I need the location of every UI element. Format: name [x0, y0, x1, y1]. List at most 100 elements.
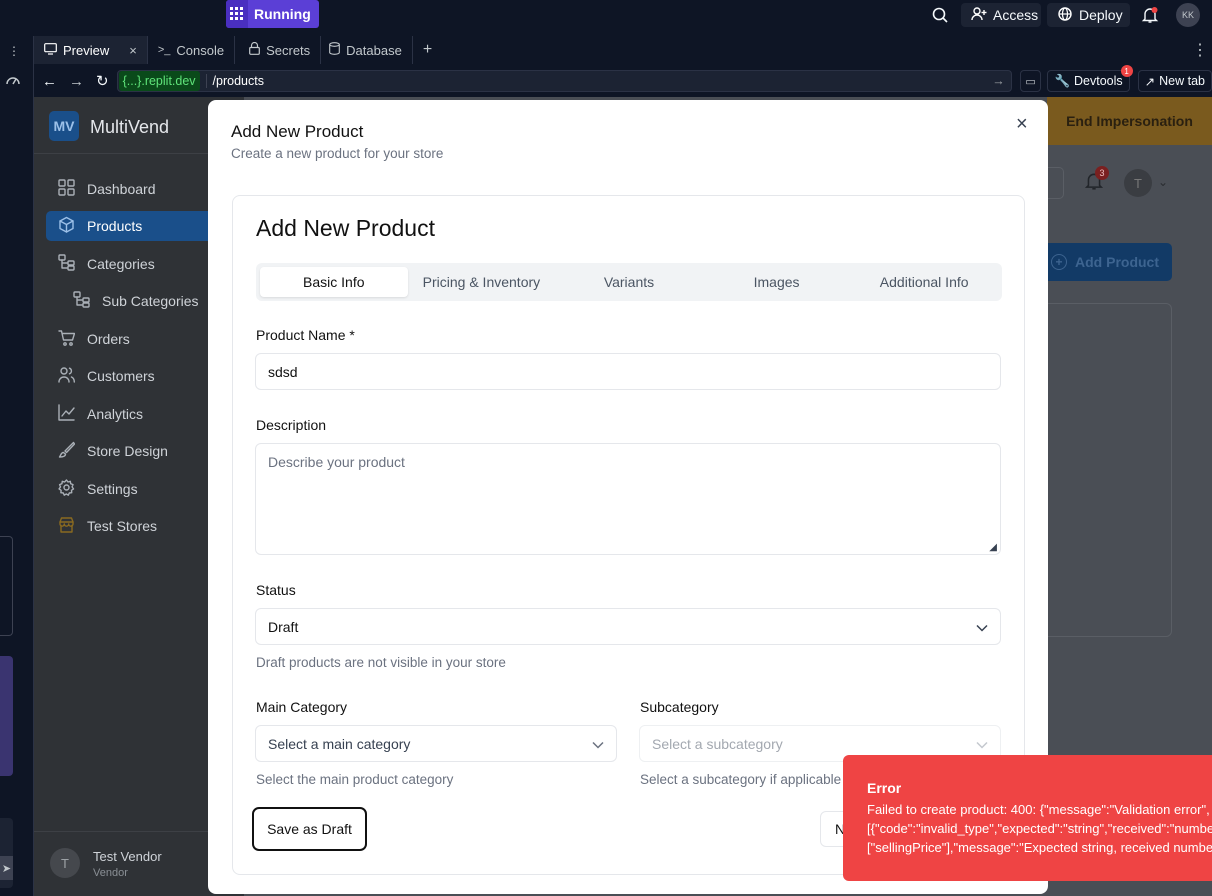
- description-textarea[interactable]: Describe your product ◢: [255, 443, 1001, 555]
- toast-message-line: [{"code":"invalid_type","expected":"stri…: [867, 821, 1212, 836]
- cart-icon: [58, 329, 76, 349]
- add-user-icon: [971, 6, 987, 25]
- address-domain: {...}.replit.dev: [118, 71, 200, 91]
- lock-icon: [249, 41, 260, 58]
- main-category-label: Main Category: [256, 699, 348, 715]
- back-arrow-icon[interactable]: ←: [42, 73, 57, 90]
- end-impersonation-button[interactable]: End Impersonation: [1047, 97, 1212, 145]
- subcategories-icon: [73, 291, 90, 311]
- tab-variants[interactable]: Variants: [555, 267, 703, 297]
- send-icon[interactable]: ➤: [0, 856, 13, 880]
- chart-icon: [58, 404, 75, 424]
- dashboard-icon: [58, 179, 75, 199]
- close-icon[interactable]: ×: [1016, 113, 1028, 136]
- product-name-value: sdsd: [268, 363, 298, 380]
- sidebar-item-label: Products: [87, 218, 143, 234]
- toast-title: Error: [867, 780, 902, 796]
- bell-icon[interactable]: [1141, 6, 1159, 29]
- notification-bell-icon[interactable]: 3: [1084, 166, 1109, 196]
- dialog-title: Add New Product: [231, 122, 364, 141]
- subcategory-label: Subcategory: [640, 699, 719, 715]
- vendor-avatar: T: [50, 848, 80, 878]
- sidebar-item-label: Categories: [87, 256, 155, 272]
- pane-tabbar: Preview × >_ Console Secrets Database + …: [34, 36, 1212, 64]
- chevron-down-icon: [976, 619, 988, 635]
- address-path: /products: [205, 74, 264, 88]
- tab-console[interactable]: >_ Console: [148, 36, 236, 64]
- notification-count: 3: [1095, 166, 1109, 180]
- access-label: Access: [993, 7, 1039, 23]
- plus-circle-icon: +: [1051, 254, 1067, 270]
- more-vertical-icon[interactable]: ⋮: [8, 44, 20, 58]
- main-category-placeholder: Select a main category: [268, 735, 411, 752]
- product-name-input[interactable]: sdsd: [255, 353, 1001, 390]
- go-arrow-icon[interactable]: →: [992, 74, 1005, 88]
- tab-preview-label: Preview: [63, 42, 110, 58]
- tab-pricing-inventory[interactable]: Pricing & Inventory: [408, 267, 556, 297]
- vendor-role: Vendor: [93, 867, 128, 879]
- description-label: Description: [256, 417, 327, 433]
- tab-database[interactable]: Database: [321, 36, 413, 64]
- product-name-label: Product Name *: [256, 327, 355, 343]
- devtools-button[interactable]: 🔧 Devtools 1: [1047, 65, 1133, 92]
- tab-basic-info[interactable]: Basic Info: [260, 267, 408, 297]
- save-draft-label: Save as Draft: [267, 821, 352, 837]
- tab-console-label: Console: [176, 42, 225, 58]
- resize-handle-icon[interactable]: ◢: [989, 542, 997, 553]
- sidebar-item-label: Analytics: [87, 406, 144, 422]
- chevron-down-icon: [592, 736, 604, 752]
- chat-icon[interactable]: ▭: [1019, 70, 1042, 92]
- tab-additional-info[interactable]: Additional Info: [850, 267, 998, 297]
- error-toast: Error Failed to create product: 400: {"m…: [843, 755, 1212, 881]
- status-select[interactable]: Draft: [255, 608, 1001, 645]
- grid-icon: [226, 0, 248, 28]
- address-field[interactable]: {...}.replit.dev /products →: [116, 70, 1012, 92]
- wrench-icon: 🔧: [1054, 73, 1071, 88]
- sidebar-item-label: Customers: [87, 368, 155, 384]
- main-category-hint: Select the main product category: [256, 772, 454, 787]
- search-icon[interactable]: [931, 6, 949, 29]
- access-button[interactable]: Access: [961, 3, 1041, 27]
- search-input[interactable]: [1047, 167, 1064, 199]
- sidebar-item-label: Settings: [87, 481, 138, 497]
- status-label: Status: [256, 582, 296, 598]
- card-title: Add New Product: [256, 215, 435, 241]
- reload-icon[interactable]: ↻: [96, 72, 109, 90]
- add-product-label: Add Product: [1075, 254, 1159, 270]
- url-bar: ← → ↻ {...}.replit.dev /products → ▭ 🔧 D…: [34, 65, 1212, 96]
- close-icon[interactable]: ×: [129, 43, 137, 58]
- user-avatar[interactable]: T: [1124, 169, 1152, 197]
- save-draft-button[interactable]: Save as Draft: [252, 807, 367, 851]
- sidebar-item-label: Dashboard: [87, 181, 156, 197]
- workspace-topbar: Running Access Deploy KK: [0, 0, 1212, 30]
- tab-images[interactable]: Images: [703, 267, 851, 297]
- forward-arrow-icon[interactable]: →: [69, 73, 84, 90]
- tab-secrets-label: Secrets: [266, 42, 311, 58]
- new-tab-button[interactable]: ↗ New tab: [1137, 70, 1212, 92]
- store-icon: [58, 516, 75, 536]
- gear-icon: [58, 479, 75, 499]
- add-product-button[interactable]: + Add Product: [1047, 243, 1172, 281]
- more-vertical-icon[interactable]: ⋮: [1192, 40, 1212, 60]
- deploy-button[interactable]: Deploy: [1047, 3, 1130, 27]
- run-button[interactable]: Running: [226, 0, 319, 28]
- monitor-icon: [44, 42, 57, 58]
- subcategory-placeholder: Select a subcategory: [652, 735, 783, 752]
- users-icon: [58, 366, 75, 386]
- sidebar-item-label: Orders: [87, 331, 130, 347]
- terminal-icon: >_: [157, 44, 171, 56]
- tab-secrets[interactable]: Secrets: [235, 36, 322, 64]
- avatar[interactable]: KK: [1176, 3, 1200, 27]
- subcategory-hint: Select a subcategory if applicable: [640, 772, 842, 787]
- chevron-down-icon[interactable]: ⌄: [1158, 175, 1168, 189]
- database-icon: [329, 42, 341, 58]
- toast-message-line: ["sellingPrice"],"message":"Expected str…: [867, 840, 1212, 855]
- description-placeholder: Describe your product: [268, 454, 405, 470]
- new-tab-label: New tab: [1159, 74, 1205, 88]
- chevron-down-icon: [976, 736, 988, 752]
- main-category-select[interactable]: Select a main category: [255, 725, 617, 762]
- new-tab-plus-icon[interactable]: +: [413, 36, 442, 64]
- tab-preview[interactable]: Preview ×: [34, 36, 148, 64]
- devtools-badge: 1: [1120, 65, 1133, 77]
- gauge-icon[interactable]: [5, 72, 21, 91]
